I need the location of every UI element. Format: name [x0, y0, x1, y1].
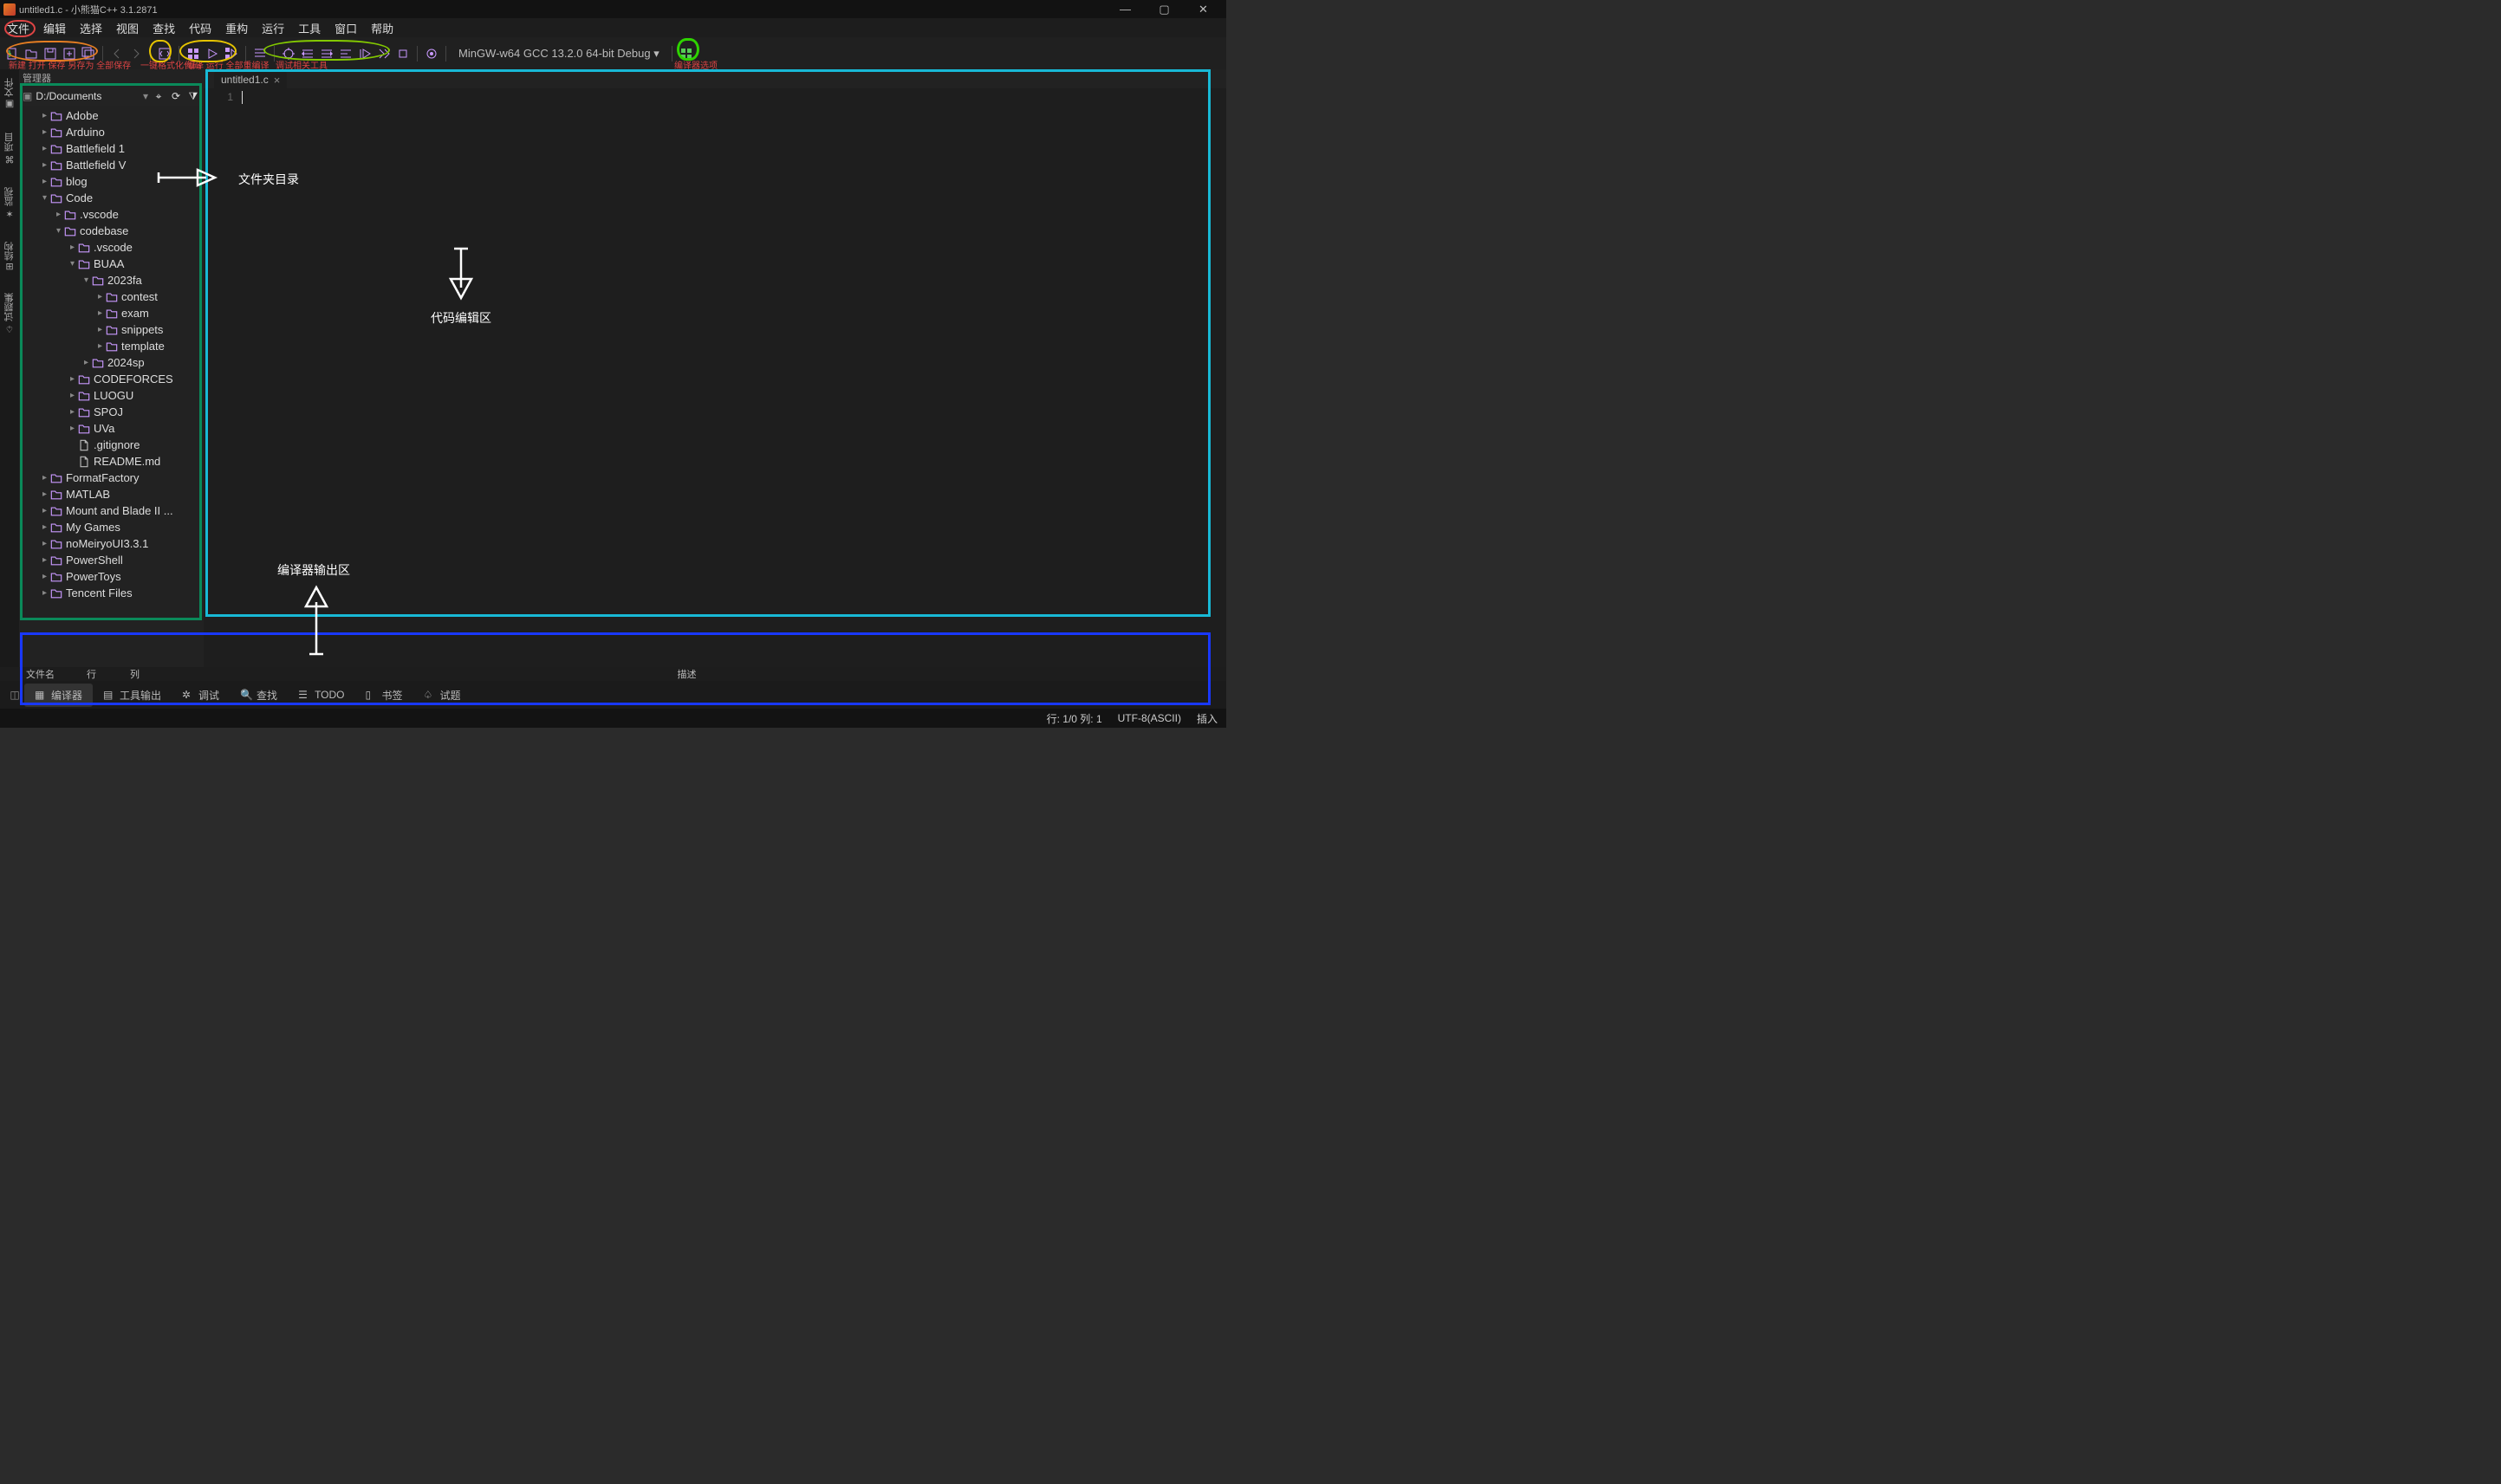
tree-node[interactable]: ▸Battlefield 1	[19, 140, 204, 157]
tree-node[interactable]: ▾Code	[19, 190, 204, 206]
tree-root-path[interactable]: D:/Documents	[36, 90, 140, 102]
run-to-cursor-button[interactable]	[375, 45, 393, 62]
menu-refactor[interactable]: 重构	[218, 18, 255, 38]
maximize-button[interactable]: ▢	[1145, 0, 1184, 18]
issues-col-col: 列	[130, 667, 173, 681]
bottom-left-toggle-icon[interactable]: ◫	[5, 689, 24, 701]
line-gutter: 1	[204, 88, 242, 667]
menu-edit[interactable]: 编辑	[36, 18, 73, 38]
tab-close-icon[interactable]: ×	[274, 74, 281, 87]
btab-bookmarks[interactable]: ▯书签	[355, 684, 413, 707]
tree-node[interactable]: ▾2023fa	[19, 272, 204, 288]
tree-node[interactable]: ▸Tencent Files	[19, 585, 204, 601]
leftbar-project[interactable]: ⌘ 项目	[1, 127, 18, 170]
chevron-down-icon[interactable]: ▾	[143, 90, 148, 102]
stop-debug-button[interactable]	[394, 45, 412, 62]
btab-problems[interactable]: ♤试题	[413, 684, 471, 707]
tree-node[interactable]: ▸Arduino	[19, 124, 204, 140]
filter-icon[interactable]: ⧩	[186, 89, 200, 103]
close-button[interactable]: ✕	[1184, 0, 1223, 18]
tree-node[interactable]: ▸PowerShell	[19, 552, 204, 568]
status-encoding[interactable]: UTF-8(ASCII)	[1118, 712, 1181, 724]
status-cursor-pos: 行: 1/0 列: 1	[1047, 711, 1102, 726]
minimize-button[interactable]: —	[1106, 0, 1145, 18]
tree-node[interactable]: ▾BUAA	[19, 256, 204, 272]
menu-file[interactable]: 文件	[0, 18, 36, 38]
editor-tab[interactable]: untitled1.c ×	[214, 71, 287, 88]
btab-tool-output[interactable]: ▤工具输出	[93, 684, 172, 707]
locate-file-icon[interactable]: ⌖	[152, 89, 166, 103]
btab-compiler[interactable]: ▦编译器	[24, 684, 93, 707]
bottom-panel-tabs: ◫ ▦编译器 ▤工具输出 ✲调试 🔍查找 ☰TODO ▯书签 ♤试题	[0, 681, 1226, 709]
window-title: untitled1.c - 小熊猫C++ 3.1.2871	[19, 3, 158, 16]
status-insert-mode[interactable]: 插入	[1197, 711, 1218, 726]
tree-node[interactable]: ▸MATLAB	[19, 486, 204, 502]
menu-select[interactable]: 选择	[73, 18, 109, 38]
toolbar: 新建 打开 保存 另存为 全部保存 一键格式化代码 编译 运行 全部重编译 调试…	[0, 37, 1226, 69]
issues-header: 文件名 行 列 描述	[0, 667, 1226, 681]
menu-code[interactable]: 代码	[182, 18, 218, 38]
tree-node[interactable]: ▸.vscode	[19, 206, 204, 223]
tree-node[interactable]: ▾codebase	[19, 223, 204, 239]
tree-node[interactable]: ▸contest	[19, 288, 204, 305]
continue-button[interactable]	[356, 45, 374, 62]
tree-node[interactable]: ▸2024sp	[19, 354, 204, 371]
tree-node[interactable]: ▸UVa	[19, 420, 204, 437]
tree-node[interactable]: ▸noMeiryoUI3.3.1	[19, 535, 204, 552]
editor-area: untitled1.c × 1	[204, 69, 1226, 667]
leftbar-problems[interactable]: ♤ 试题集	[1, 288, 18, 340]
tree-node[interactable]: ▸template	[19, 338, 204, 354]
menu-find[interactable]: 查找	[146, 18, 182, 38]
menu-window[interactable]: 窗口	[328, 18, 364, 38]
tree-node[interactable]: ▸exam	[19, 305, 204, 321]
left-tool-strip: ▣ 文件 ⌘ 项目 ✶ 监视 ⊞ 结构 ♤ 试题集	[0, 69, 19, 667]
status-bar: 行: 1/0 列: 1 UTF-8(ASCII) 插入	[0, 709, 1226, 728]
menu-tools[interactable]: 工具	[291, 18, 328, 38]
compiler-selector[interactable]: MinGW-w64 GCC 13.2.0 64-bit Debug ▾	[451, 47, 666, 61]
tree-node[interactable]: ▸snippets	[19, 321, 204, 338]
leftbar-files[interactable]: ▣ 文件	[1, 73, 18, 115]
menu-run[interactable]: 运行	[255, 18, 291, 38]
tree-node[interactable]: ▸Mount and Blade II ...	[19, 502, 204, 519]
tree-node[interactable]: ▸Battlefield V	[19, 157, 204, 173]
tree-node[interactable]: ▸My Games	[19, 519, 204, 535]
refresh-icon[interactable]: ⟳	[169, 89, 183, 103]
tree-node[interactable]: ▸SPOJ	[19, 404, 204, 420]
leftbar-structure[interactable]: ⊞ 结构	[1, 237, 18, 275]
btab-todo[interactable]: ☰TODO	[288, 684, 354, 705]
menu-help[interactable]: 帮助	[364, 18, 400, 38]
tree-node[interactable]: ▸CODEFORCES	[19, 371, 204, 387]
btab-debug[interactable]: ✲调试	[172, 684, 230, 707]
tree-node[interactable]: ▸LUOGU	[19, 387, 204, 404]
issues-col-desc: 描述	[173, 667, 1200, 681]
issues-col-line: 行	[87, 667, 130, 681]
tree-node[interactable]: README.md	[19, 453, 204, 470]
tree-node[interactable]: ▸.vscode	[19, 239, 204, 256]
title-bar: untitled1.c - 小熊猫C++ 3.1.2871 — ▢ ✕	[0, 0, 1226, 18]
tab-filename: untitled1.c	[221, 74, 269, 86]
code-editor[interactable]	[242, 88, 1226, 667]
file-explorer: 管理器 ▣ D:/Documents ▾ ⌖ ⟳ ⧩ ▸Adobe▸Arduin…	[19, 69, 204, 667]
btab-find[interactable]: 🔍查找	[230, 684, 288, 707]
tree-node[interactable]: ▸blog	[19, 173, 204, 190]
tree-node[interactable]: ▸PowerToys	[19, 568, 204, 585]
issues-col-file: 文件名	[26, 667, 87, 681]
app-logo-icon	[3, 3, 16, 16]
menu-bar: 文件 编辑 选择 视图 查找 代码 重构 运行 工具 窗口 帮助	[0, 18, 1226, 37]
step-out-button[interactable]	[337, 45, 354, 62]
tree-node[interactable]: .gitignore	[19, 437, 204, 453]
menu-view[interactable]: 视图	[109, 18, 146, 38]
tree-node[interactable]: ▸Adobe	[19, 107, 204, 124]
panel-title: 管理器	[19, 69, 204, 87]
tree-node[interactable]: ▸FormatFactory	[19, 470, 204, 486]
interrupt-button[interactable]	[423, 45, 440, 62]
leftbar-watch[interactable]: ✶ 监视	[1, 182, 18, 224]
